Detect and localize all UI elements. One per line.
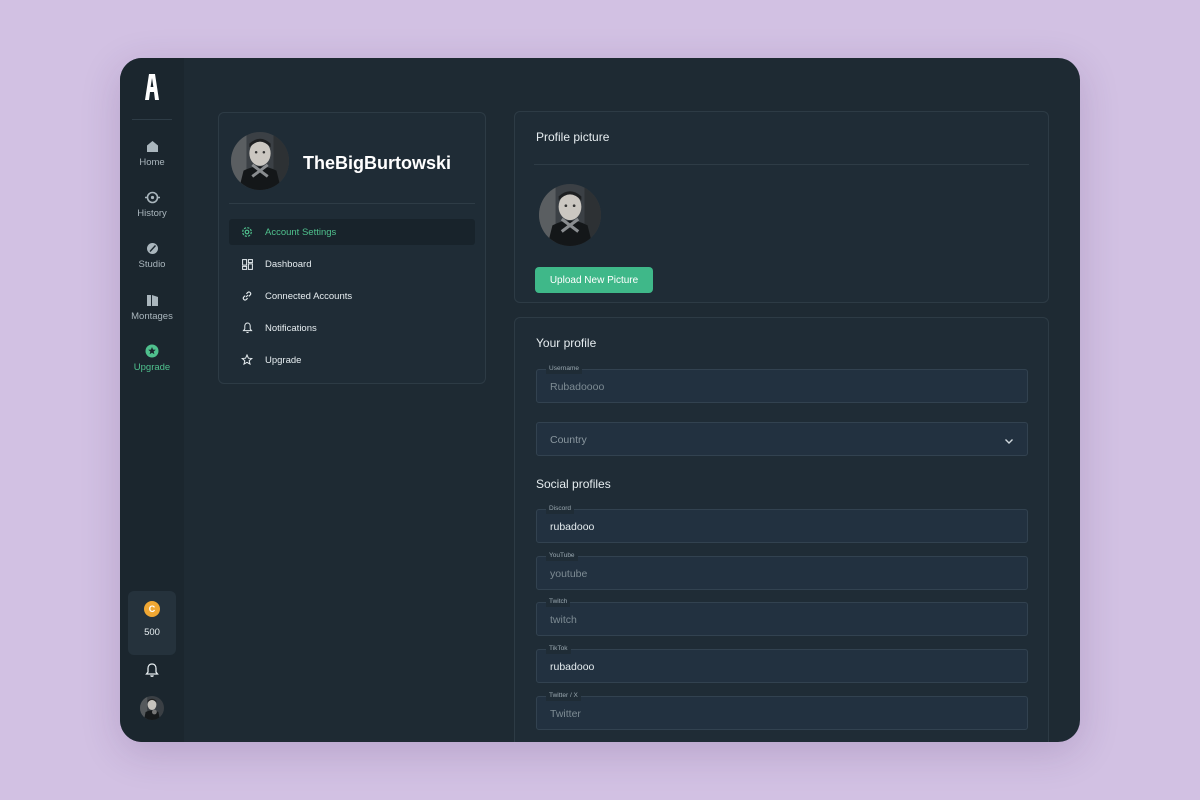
app-window: Home History Studio Montages Upgrade C 5… [120,58,1080,742]
bell-icon[interactable] [144,662,160,678]
montages-icon [144,292,160,308]
card-divider [534,164,1029,165]
sidebar-item-studio[interactable]: Studio [124,240,180,284]
profile-picture-title: Profile picture [536,130,610,144]
home-icon [144,138,160,154]
avatar[interactable] [140,696,164,720]
profile-picture-card: Profile picture Upload New Picture [514,111,1049,303]
menu-item-connected-accounts[interactable]: Connected Accounts [229,283,475,309]
twitter-input[interactable] [537,697,1027,729]
menu-item-label: Account Settings [265,226,337,238]
twitch-field[interactable]: Twitch [536,597,1028,636]
avatar [539,184,601,246]
menu-item-label: Connected Accounts [265,290,353,302]
tiktok-field[interactable]: TikTok [536,644,1028,683]
username-input[interactable] [537,370,1027,402]
sidebar-item-label: Home [139,157,165,168]
discord-input[interactable] [537,510,1027,542]
menu-item-label: Notifications [265,322,317,334]
sidebar-item-home[interactable]: Home [124,138,180,182]
discord-field[interactable]: Discord [536,504,1028,543]
sidebar-divider [132,119,172,120]
upload-picture-button[interactable]: Upload New Picture [535,267,653,293]
avatar [231,132,289,190]
star-icon [241,354,253,366]
twitch-input[interactable] [537,603,1027,635]
gear-icon [241,226,253,238]
dashboard-icon [241,258,253,270]
menu-item-notifications[interactable]: Notifications [229,315,475,341]
history-icon [144,189,160,205]
menu-item-label: Dashboard [265,258,312,270]
chevron-down-icon [1003,434,1015,446]
settings-menu-card: TheBigBurtowski Account Settings Dashboa… [218,112,486,384]
studio-icon [144,240,160,256]
upgrade-icon [144,343,160,359]
a-logo-icon[interactable] [120,74,184,102]
social-profiles-title: Social profiles [536,477,611,491]
sidebar-item-label: Studio [138,259,166,270]
tiktok-input[interactable] [537,650,1027,682]
sidebar-item-upgrade[interactable]: Upgrade [124,343,180,387]
menu-divider [229,203,475,204]
sidebar-item-montages[interactable]: Montages [124,292,180,336]
sidebar-item-history[interactable]: History [124,189,180,233]
profile-username: TheBigBurtowski [303,153,452,173]
menu-item-upgrade[interactable]: Upgrade [229,347,475,373]
sidebar-item-label: Upgrade [133,362,171,373]
your-profile-title: Your profile [536,336,597,350]
sidebar-item-label: History [137,208,167,219]
menu-item-account-settings[interactable]: Account Settings [229,219,475,245]
coin-icon: C [144,601,160,617]
coin-balance[interactable]: C 500 [128,591,176,655]
coin-value: 500 [144,627,160,638]
menu-item-dashboard[interactable]: Dashboard [229,251,475,277]
profile-form-card: Your profile Username Country Social pro… [514,317,1049,742]
menu-item-label: Upgrade [265,354,302,366]
sidebar: Home History Studio Montages Upgrade C 5… [120,58,184,742]
youtube-input[interactable] [537,557,1027,589]
sidebar-item-label: Montages [131,311,173,322]
country-select-value: Country [550,434,587,446]
country-select[interactable]: Country [536,422,1028,456]
link-icon [241,290,253,302]
username-field[interactable]: Username [536,364,1028,403]
twitter-field[interactable]: Twitter / X [536,691,1028,730]
youtube-field[interactable]: YouTube [536,551,1028,590]
bell-icon [241,322,253,334]
